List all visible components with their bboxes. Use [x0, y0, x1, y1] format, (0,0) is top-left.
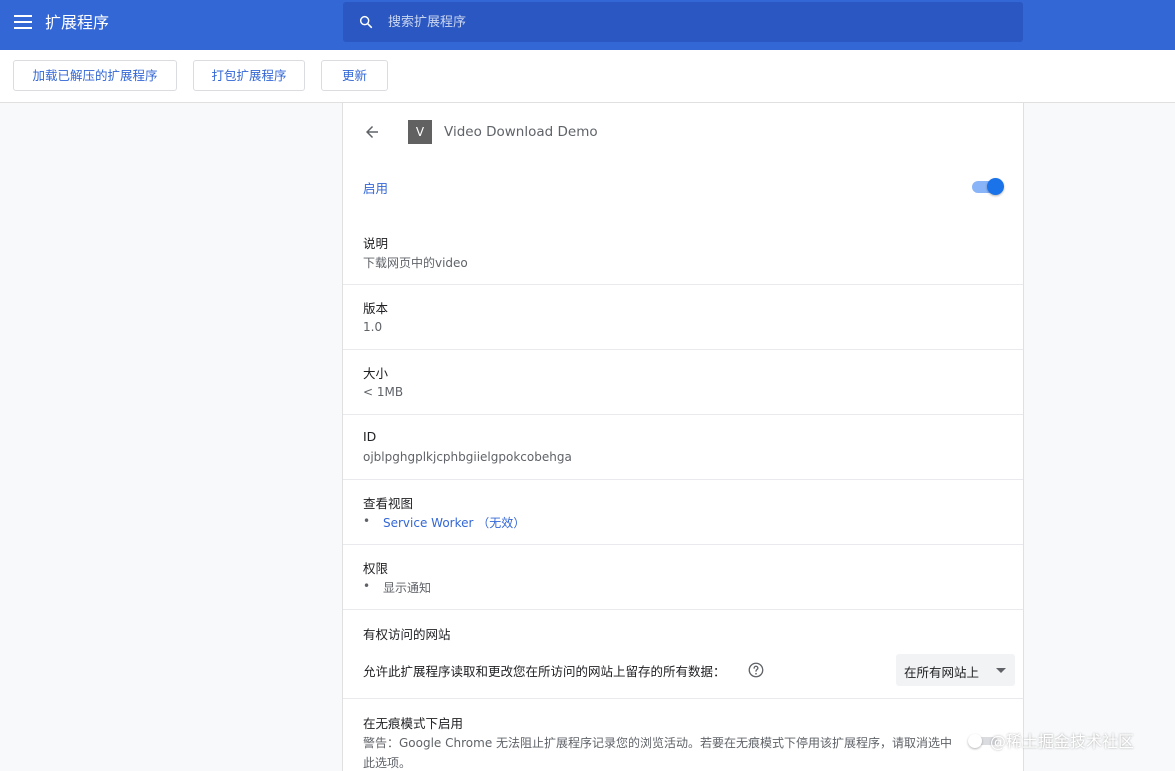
id-label: ID [363, 429, 377, 444]
pack-extension-button[interactable]: 打包扩展程序 [193, 60, 305, 91]
description-label: 说明 [363, 236, 389, 251]
version-label: 版本 [363, 301, 389, 316]
back-arrow-icon[interactable] [363, 123, 381, 141]
description-value: 下载网页中的video [363, 256, 468, 270]
site-access-description: 允许此扩展程序读取和更改您在所访问的网站上留存的所有数据： [363, 664, 726, 679]
incognito-label: 在无痕模式下启用 [363, 716, 464, 731]
update-button[interactable]: 更新 [321, 60, 388, 91]
enable-label: 启用 [363, 181, 389, 196]
version-section: 版本 1.0 [343, 284, 1023, 349]
search-icon [359, 15, 373, 29]
toolbar: 加载已解压的扩展程序 打包扩展程序 更新 [0, 50, 1175, 103]
description-section: 说明 下载网页中的video [343, 221, 1023, 285]
extension-details-card: V Video Download Demo 启用 说明 下载网页中的video … [342, 103, 1024, 771]
permissions-list: 显示通知 [363, 579, 431, 596]
help-icon[interactable] [747, 661, 765, 679]
views-list: Service Worker （无效） [363, 514, 525, 531]
permissions-label: 权限 [363, 561, 389, 576]
search-input[interactable] [388, 2, 1008, 42]
id-section: ID ojblpghgplkjcphbgiielgpokcobehga [343, 414, 1023, 479]
search-box[interactable] [343, 2, 1023, 42]
service-worker-link[interactable]: Service Worker （无效） [383, 516, 525, 530]
page-title: 扩展程序 [45, 13, 110, 32]
size-section: 大小 < 1MB [343, 349, 1023, 414]
site-access-label: 有权访问的网站 [363, 627, 451, 642]
incognito-warning: 警告：Google Chrome 无法阻止扩展程序记录您的浏览活动。若要在无痕模… [363, 736, 953, 770]
size-value: < 1MB [363, 385, 404, 399]
menu-icon[interactable] [14, 15, 32, 29]
incognito-section: 在无痕模式下启用 警告：Google Chrome 无法阻止扩展程序记录您的浏览… [343, 698, 1023, 771]
views-label: 查看视图 [363, 496, 414, 511]
chevron-down-icon [996, 668, 1006, 673]
extension-icon: V [408, 120, 432, 144]
site-access-select[interactable]: 在所有网站上 [896, 654, 1015, 686]
id-value: ojblpghgplkjcphbgiielgpokcobehga [363, 450, 572, 464]
top-bar: 扩展程序 [0, 0, 1175, 50]
watermark: @稀土掘金技术社区 [990, 732, 1135, 751]
version-value: 1.0 [363, 320, 383, 334]
enable-toggle[interactable] [972, 178, 1004, 195]
list-item: Service Worker （无效） [363, 514, 525, 531]
size-label: 大小 [363, 366, 389, 381]
extension-name: Video Download Demo [444, 124, 598, 140]
views-section: 查看视图 Service Worker （无效） [343, 479, 1023, 544]
site-access-section: 有权访问的网站 允许此扩展程序读取和更改您在所访问的网站上留存的所有数据： 在所… [343, 609, 1023, 699]
load-unpacked-button[interactable]: 加载已解压的扩展程序 [13, 60, 177, 91]
permissions-section: 权限 显示通知 [343, 544, 1023, 609]
list-item: 显示通知 [363, 579, 431, 596]
site-access-selected: 在所有网站上 [904, 665, 980, 680]
